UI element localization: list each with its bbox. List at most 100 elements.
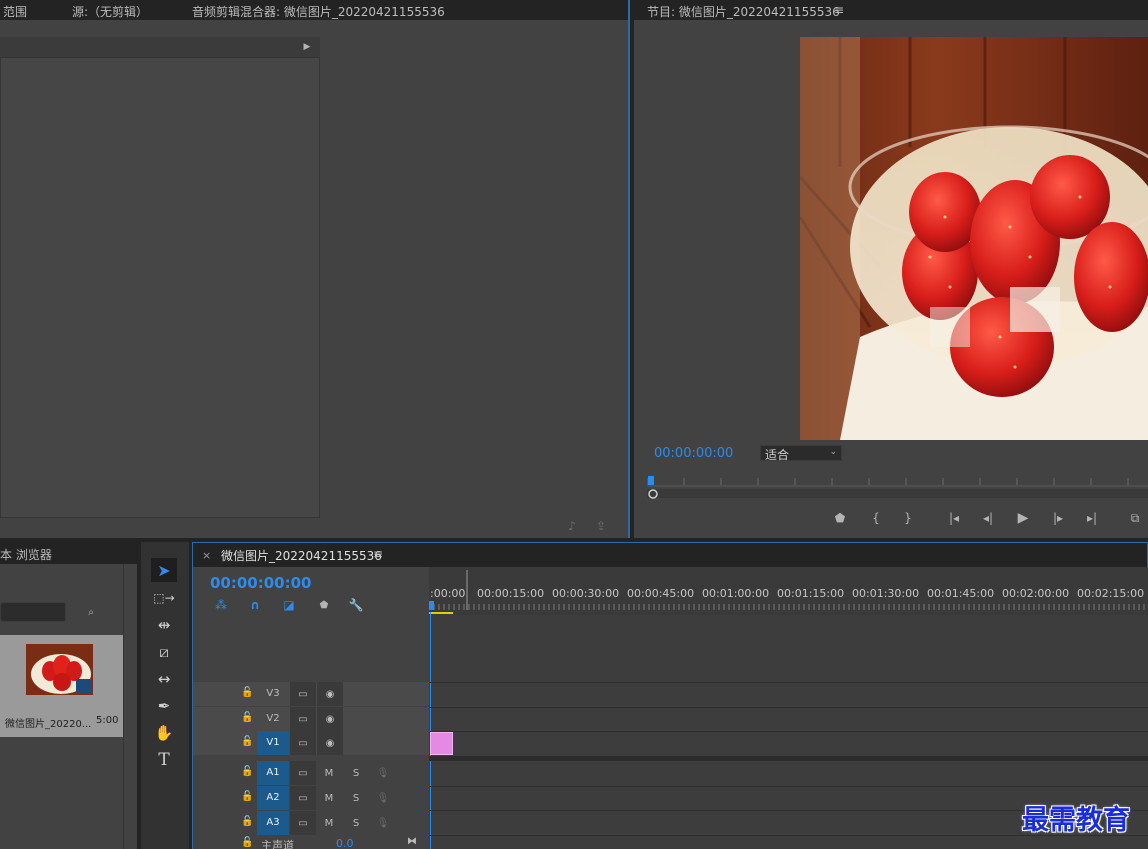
slip-tool[interactable]: ↔: [151, 667, 177, 691]
track-name-a2[interactable]: A2: [257, 786, 289, 810]
wrench-icon[interactable]: 🔧: [348, 597, 364, 613]
mark-in-icon[interactable]: {: [868, 510, 884, 526]
chevron-down-icon: ⌄: [829, 447, 837, 457]
hand-tool[interactable]: ✋: [151, 721, 177, 745]
timeline-title[interactable]: 微信图片_20220421155536: [221, 547, 382, 564]
nest-sequence-icon[interactable]: ⁂: [213, 597, 229, 613]
expand-right-icon[interactable]: ▶: [300, 40, 314, 54]
step-forward-icon[interactable]: |▸: [1048, 510, 1068, 526]
master-track-header: 🔓 主声道 0.0 ⧓: [193, 836, 429, 849]
track-name-v1[interactable]: V1: [257, 731, 289, 755]
timeline-ruler-ticks: [429, 570, 1145, 614]
track-header-v2: 🔓 V2 ▭ ◉: [193, 707, 429, 731]
video-frame[interactable]: [800, 37, 1148, 440]
tab-audio-mixer[interactable]: 音频剪辑混合器: 微信图片_20220421155536: [192, 3, 445, 20]
lock-icon[interactable]: 🔓: [241, 736, 253, 747]
track-header-a1: 🔓 A1 ▭ M S 🎙: [193, 761, 429, 785]
zoom-select[interactable]: 适合 ⌄: [760, 445, 842, 462]
tab-source[interactable]: 源:（无剪辑）: [72, 3, 148, 20]
mute-button[interactable]: M: [316, 786, 342, 810]
program-monitor-title[interactable]: 节目: 微信图片_20220421155536: [647, 3, 840, 20]
timeline-menu-icon[interactable]: ≡: [373, 547, 383, 561]
track-name-a3[interactable]: A3: [257, 811, 289, 835]
program-monitor: 节目: 微信图片_20220421155536 ≡ 00:00:00:00 适合…: [634, 0, 1148, 538]
track-header-a3: 🔓 A3 ▭ M S 🎙: [193, 811, 429, 835]
mic-icon[interactable]: 🎙: [370, 811, 396, 835]
clip-thumbnail-card[interactable]: 微信图片_20220... 5:00: [0, 635, 123, 737]
track-select-tool[interactable]: ⬚→: [151, 586, 177, 610]
lock-icon[interactable]: 🔓: [241, 816, 253, 827]
track-lane-v3: [429, 682, 1148, 706]
eye-icon[interactable]: ◉: [317, 682, 343, 706]
audio-note-icon[interactable]: ♪: [563, 519, 581, 533]
marker-icon[interactable]: ⬟: [832, 510, 848, 526]
solo-button[interactable]: S: [343, 786, 369, 810]
track-header-v3: 🔓 V3 ▭ ◉: [193, 682, 429, 706]
zoom-select-value: 适合: [765, 448, 790, 462]
linked-selection-icon[interactable]: ◪: [281, 597, 297, 613]
mark-out-icon[interactable]: }: [900, 510, 916, 526]
clip-name: 微信图片_20220...: [5, 719, 92, 730]
media-browser-title[interactable]: 本 浏览器: [0, 546, 52, 563]
search-input[interactable]: [0, 602, 66, 622]
pen-tool[interactable]: ✒: [151, 694, 177, 718]
add-marker-icon[interactable]: ⬟: [316, 597, 332, 613]
program-menu-icon[interactable]: ≡: [834, 3, 844, 17]
snap-icon[interactable]: ∩: [247, 597, 263, 613]
sync-icon[interactable]: ▭: [290, 761, 316, 785]
track-name-a1[interactable]: A1: [257, 761, 289, 785]
go-to-in-icon[interactable]: |◂: [944, 510, 964, 526]
program-ruler[interactable]: [647, 472, 1148, 500]
master-volume-value[interactable]: 0.0: [336, 837, 354, 849]
export-frame-icon[interactable]: ⧉: [1124, 510, 1146, 526]
type-tool[interactable]: T: [151, 748, 177, 772]
mute-button[interactable]: M: [316, 811, 342, 835]
panel-focus-border: [628, 0, 630, 538]
solo-button[interactable]: S: [343, 761, 369, 785]
play-icon[interactable]: ▶: [1013, 509, 1033, 527]
watermark: 最需教育: [1022, 805, 1130, 836]
sync-icon[interactable]: ▭: [290, 682, 316, 706]
tab-range[interactable]: 范围: [3, 3, 27, 20]
lock-icon[interactable]: 🔓: [241, 791, 253, 802]
go-to-end-icon[interactable]: ⧓: [407, 836, 417, 847]
eye-icon[interactable]: ◉: [317, 707, 343, 731]
ripple-edit-tool[interactable]: ⇹: [151, 613, 177, 637]
source-panel: 范围 源:（无剪辑） 音频剪辑混合器: 微信图片_20220421155536 …: [0, 0, 630, 538]
solo-button[interactable]: S: [343, 811, 369, 835]
track-lane-a1: [429, 786, 1148, 787]
mic-icon[interactable]: 🎙: [370, 786, 396, 810]
lock-icon[interactable]: 🔓: [241, 687, 253, 698]
sync-icon[interactable]: ▭: [290, 707, 316, 731]
clip-duration: 5:00: [96, 715, 119, 726]
track-name-v3[interactable]: V3: [257, 682, 289, 706]
clip-v1[interactable]: [430, 732, 453, 755]
export-icon[interactable]: ⇪: [592, 519, 610, 533]
sync-icon[interactable]: ▭: [290, 786, 316, 810]
media-browser: 本 浏览器 ⌕ 微信图片_20220... 5:00: [0, 542, 137, 849]
step-back-icon[interactable]: ◂|: [978, 510, 998, 526]
clip-thumbnail: [26, 644, 93, 695]
timeline-timecode[interactable]: 00:00:00:00: [210, 574, 312, 592]
search-icon[interactable]: ⌕: [83, 604, 99, 620]
track-header-a2: 🔓 A2 ▭ M S 🎙: [193, 786, 429, 810]
track-lane-v1: [429, 731, 1148, 755]
program-timecode[interactable]: 00:00:00:00: [654, 446, 733, 461]
lock-icon[interactable]: 🔓: [241, 766, 253, 777]
go-to-out-icon[interactable]: ▸|: [1082, 510, 1102, 526]
scroll-divider: [123, 564, 124, 849]
sync-icon[interactable]: ▭: [290, 811, 316, 835]
mic-icon[interactable]: 🎙: [370, 761, 396, 785]
timeline-close-button[interactable]: ×: [202, 549, 211, 562]
mixer-track-area: [0, 37, 320, 518]
eye-icon[interactable]: ◉: [317, 731, 343, 755]
track-header-v1: 🔓 V1 ▭ ◉: [193, 731, 429, 755]
video-audio-divider: [429, 756, 1148, 761]
selection-tool[interactable]: ➤: [151, 558, 177, 582]
mute-button[interactable]: M: [316, 761, 342, 785]
lock-icon[interactable]: 🔓: [241, 712, 253, 723]
track-name-v2[interactable]: V2: [257, 707, 289, 731]
razor-tool[interactable]: ⧄: [151, 640, 177, 664]
sync-icon[interactable]: ▭: [290, 731, 316, 755]
lock-icon[interactable]: 🔓: [241, 837, 253, 848]
